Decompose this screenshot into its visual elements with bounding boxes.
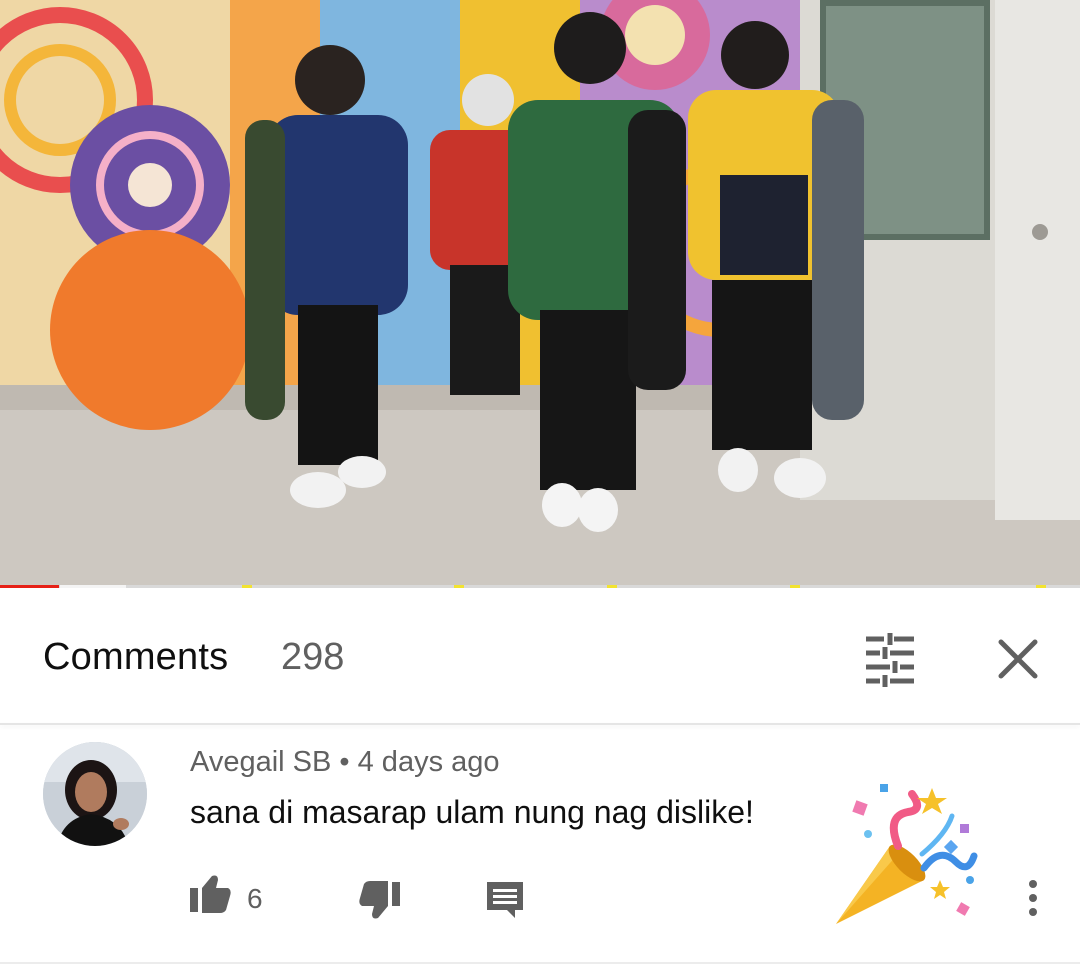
close-icon [998, 639, 1038, 679]
like-button[interactable] [188, 872, 232, 916]
sort-filter-icon [866, 633, 914, 687]
comment-text: sana di masarap ulam nung nag dislike! [190, 794, 754, 830]
video-player[interactable] [0, 0, 1080, 588]
thumbs-up-icon [190, 875, 231, 913]
chapter-marker [242, 585, 252, 588]
comment-menu-button[interactable] [1015, 876, 1051, 920]
comment-divider [0, 962, 1080, 964]
chapter-marker [454, 585, 464, 588]
video-frame [0, 0, 1080, 588]
comments-title: Comments [43, 636, 229, 678]
comments-header: Comments 298 [0, 591, 1080, 724]
comment-time: 4 days ago [357, 746, 500, 778]
comments-count: 298 [281, 636, 345, 678]
chapter-marker [1036, 585, 1046, 588]
dislike-button[interactable] [358, 878, 402, 922]
reply-button[interactable] [485, 880, 525, 920]
reply-icon [487, 882, 523, 918]
like-count: 6 [247, 883, 263, 914]
avatar-image [43, 742, 147, 846]
party-popper-emoji [828, 776, 978, 932]
sort-button[interactable] [860, 631, 920, 687]
close-comments-button[interactable] [992, 633, 1044, 685]
comment-meta: Avegail SB • 4 days ago [190, 746, 500, 779]
more-vert-icon [1029, 880, 1037, 916]
played-bar [0, 585, 60, 588]
buffered-bar [60, 585, 126, 588]
meta-separator: • [339, 746, 350, 778]
video-progress-bar[interactable] [0, 585, 1080, 588]
comment-author[interactable]: Avegail SB [190, 746, 331, 778]
thumbs-down-icon [359, 881, 400, 919]
chapter-marker [790, 585, 800, 588]
header-divider [0, 723, 1080, 725]
avatar[interactable] [43, 742, 147, 846]
chapter-marker [607, 585, 617, 588]
